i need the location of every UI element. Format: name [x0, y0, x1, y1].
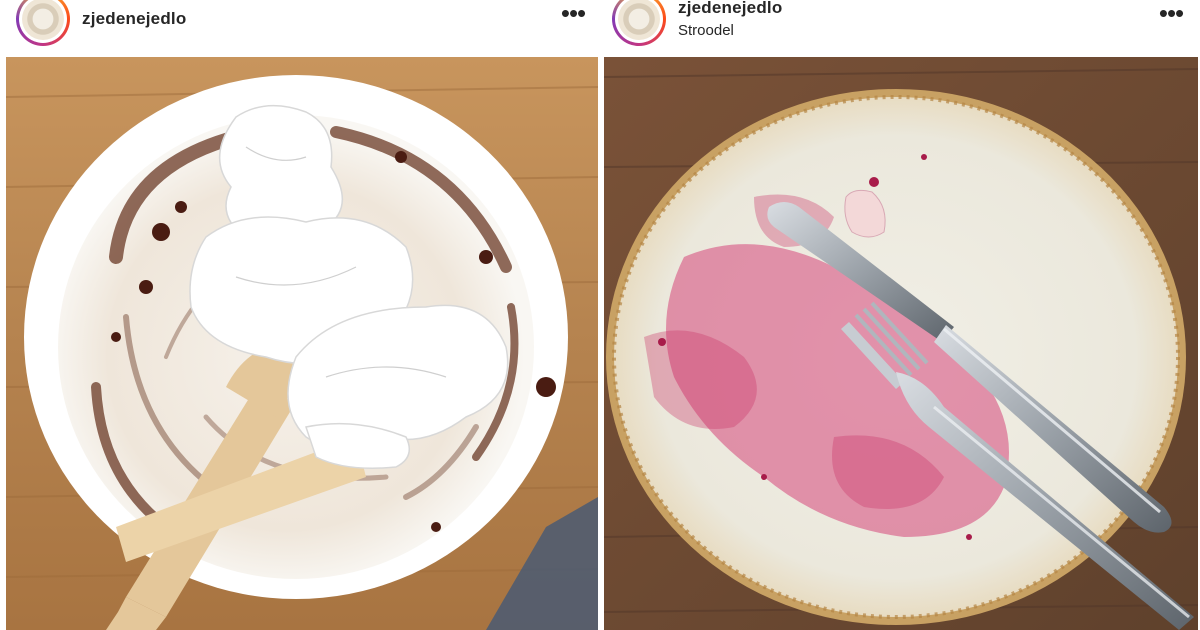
post-username[interactable]: zjedenejedlo — [82, 9, 186, 29]
post-username[interactable]: zjedenejedlo — [678, 0, 782, 18]
avatar-border — [615, 0, 663, 43]
instagram-post-2: zjedenejedlo Stroodel ••• — [602, 0, 1200, 630]
post-header: zjedenejedlo ••• — [0, 0, 602, 57]
profile-avatar[interactable] — [612, 0, 666, 46]
profile-avatar[interactable] — [16, 0, 70, 46]
post-header: zjedenejedlo Stroodel ••• — [602, 0, 1200, 57]
avatar-border — [19, 0, 67, 43]
avatar-image — [618, 0, 660, 40]
post-photo[interactable] — [604, 57, 1198, 630]
post-location[interactable]: Stroodel — [678, 22, 734, 39]
more-options-icon[interactable]: ••• — [1156, 0, 1186, 30]
paper-plate-photo — [6, 57, 598, 630]
avatar-image — [22, 0, 64, 40]
more-options-icon[interactable]: ••• — [558, 0, 588, 30]
ceramic-plate-photo — [604, 57, 1198, 630]
post-photo[interactable] — [6, 57, 598, 630]
instagram-post-1: zjedenejedlo ••• — [0, 0, 602, 630]
